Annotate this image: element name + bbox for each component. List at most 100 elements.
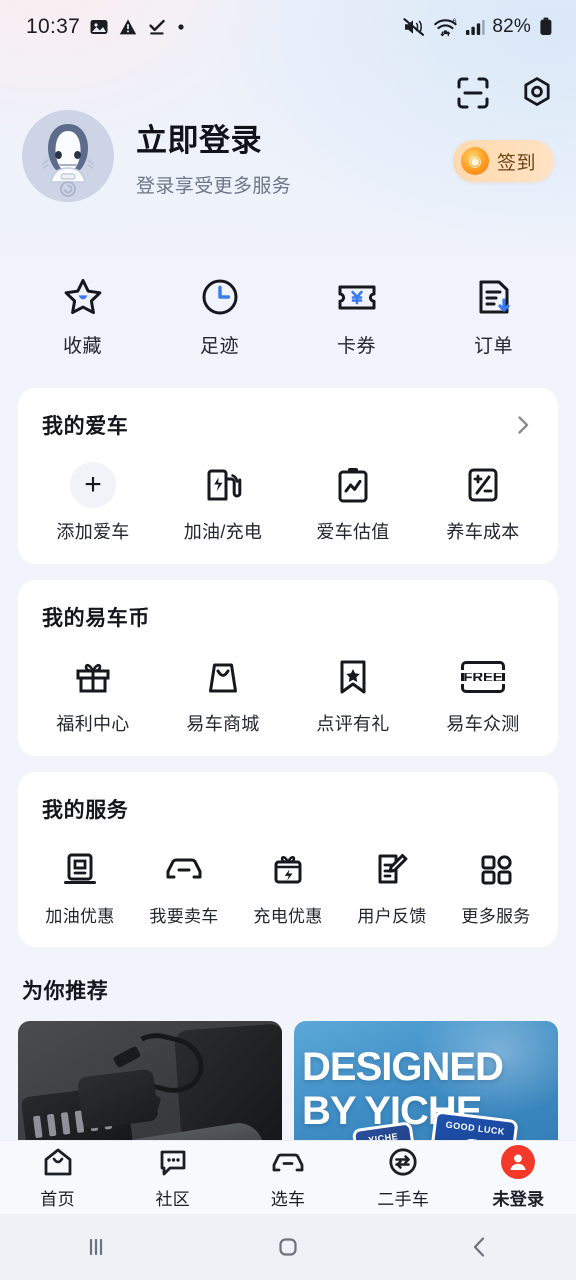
back-chevron-icon[interactable] bbox=[384, 1232, 576, 1262]
select-car-icon bbox=[270, 1145, 306, 1179]
quick-actions-row: 收藏 足迹 卡券 订单 bbox=[0, 260, 576, 388]
free-badge-icon: FREE bbox=[461, 654, 505, 700]
my-car-card: 我的爱车 + 添加爱车 加油/充电 爱车估值 养车成本 bbox=[18, 388, 558, 564]
my-services-item-label: 我要卖车 bbox=[149, 907, 219, 926]
my-car-item-label: 加油/充电 bbox=[183, 522, 263, 542]
wifi-6-icon: 6 bbox=[433, 16, 458, 38]
my-car-grid: + 添加爱车 加油/充电 爱车估值 养车成本 bbox=[28, 446, 548, 544]
my-services-card: 我的服务 加油优惠 我要卖车 充电优惠 用户反馈 更多服务 bbox=[18, 772, 558, 947]
scan-icon[interactable] bbox=[456, 76, 490, 110]
user-avatar-icon bbox=[501, 1145, 536, 1179]
my-services-item-label: 更多服务 bbox=[461, 907, 531, 926]
feedback-edit-icon bbox=[372, 846, 412, 892]
image-icon bbox=[89, 17, 109, 37]
my-car-item-label: 添加爱车 bbox=[56, 522, 130, 542]
my-coins-item-label: 福利中心 bbox=[56, 714, 130, 734]
signal-bars-icon bbox=[465, 17, 485, 37]
battery-icon bbox=[538, 16, 554, 38]
status-time: 10:37 bbox=[26, 15, 81, 38]
banner-line-1: DESIGNED bbox=[302, 1045, 504, 1089]
quick-action-label: 收藏 bbox=[62, 336, 102, 357]
tab-label: 未登录 bbox=[492, 1190, 545, 1209]
quick-action-orders[interactable]: 订单 bbox=[425, 274, 562, 358]
tab-used-car[interactable]: 二手车 bbox=[346, 1145, 461, 1210]
quick-action-favorites[interactable]: 收藏 bbox=[14, 274, 151, 358]
plus-icon: + bbox=[70, 462, 116, 508]
clock-history-icon bbox=[199, 274, 241, 318]
my-car-header[interactable]: 我的爱车 bbox=[28, 410, 548, 440]
my-coins-item-label: 易车商城 bbox=[186, 714, 260, 734]
status-bar-left: 10:37 bbox=[26, 15, 186, 39]
my-car-item-label: 爱车估值 bbox=[316, 522, 390, 542]
chevron-right-icon[interactable] bbox=[512, 414, 534, 436]
order-document-icon bbox=[473, 274, 515, 318]
grid-more-icon bbox=[476, 846, 516, 892]
sell-car-icon bbox=[162, 846, 206, 892]
mute-icon bbox=[402, 16, 426, 38]
recents-icon[interactable] bbox=[0, 1232, 192, 1262]
status-bar: 10:37 6 82% bbox=[0, 0, 576, 54]
status-bar-right: 6 82% bbox=[402, 16, 554, 38]
my-services-item-more[interactable]: 更多服务 bbox=[444, 846, 548, 927]
check-download-icon bbox=[147, 17, 167, 37]
tab-community[interactable]: 社区 bbox=[115, 1145, 230, 1210]
my-coins-item-review[interactable]: 点评有礼 bbox=[288, 654, 418, 736]
tab-label: 二手车 bbox=[377, 1190, 430, 1209]
community-chat-icon bbox=[157, 1145, 189, 1179]
user-text-block: 立即登录 登录享受更多服务 bbox=[136, 115, 291, 198]
my-car-item-add[interactable]: + 添加爱车 bbox=[28, 462, 158, 544]
my-car-title: 我的爱车 bbox=[42, 415, 129, 438]
my-services-grid: 加油优惠 我要卖车 充电优惠 用户反馈 更多服务 bbox=[28, 830, 548, 927]
quick-action-label: 订单 bbox=[473, 336, 513, 357]
my-services-item-label: 充电优惠 bbox=[253, 907, 323, 926]
header-icon-group bbox=[456, 76, 554, 110]
quick-action-coupons[interactable]: 卡券 bbox=[288, 274, 425, 358]
bottom-tab-bar: 首页 社区 选车 二手车 未登录 bbox=[0, 1140, 576, 1214]
shopping-bag-icon bbox=[202, 654, 244, 700]
my-coins-title: 我的易车币 bbox=[42, 607, 150, 630]
sticker-good-luck-label: GOOD LUCK bbox=[445, 1119, 506, 1137]
tab-profile[interactable]: 未登录 bbox=[461, 1145, 576, 1210]
login-subtitle: 登录享受更多服务 bbox=[136, 175, 292, 197]
settings-icon[interactable] bbox=[520, 76, 554, 110]
my-car-item-valuation[interactable]: 爱车估值 bbox=[288, 462, 418, 544]
star-favorite-icon bbox=[62, 274, 104, 318]
valuation-clipboard-icon bbox=[332, 462, 374, 508]
tray-lid bbox=[77, 1068, 159, 1130]
gift-icon bbox=[72, 654, 114, 700]
signin-label: 签到 bbox=[496, 152, 536, 174]
battery-percent: 82% bbox=[492, 16, 531, 37]
my-car-item-label: 养车成本 bbox=[446, 522, 520, 542]
my-services-item-feedback[interactable]: 用户反馈 bbox=[340, 846, 444, 927]
system-navigation-bar bbox=[0, 1214, 576, 1280]
tab-label: 社区 bbox=[155, 1190, 191, 1209]
tab-home[interactable]: 首页 bbox=[0, 1145, 115, 1210]
profile-header: ◉ 签到 立即登录 登录享受更多服务 bbox=[0, 54, 576, 260]
signin-coin-icon: ◉ bbox=[460, 147, 489, 175]
charge-gift-icon bbox=[268, 846, 308, 892]
home-icon bbox=[42, 1145, 74, 1179]
tab-select-car[interactable]: 选车 bbox=[230, 1145, 345, 1210]
my-car-item-cost[interactable]: 养车成本 bbox=[418, 462, 548, 544]
my-services-item-charge-discount[interactable]: 充电优惠 bbox=[236, 846, 340, 927]
my-services-item-fuel-discount[interactable]: 加油优惠 bbox=[28, 846, 132, 927]
my-coins-item-crowdtest[interactable]: FREE 易车众测 bbox=[418, 654, 548, 736]
signin-button[interactable]: ◉ 签到 bbox=[452, 140, 554, 182]
login-title[interactable]: 立即登录 bbox=[136, 115, 291, 160]
my-coins-grid: 福利中心 易车商城 点评有礼 FREE 易车众测 bbox=[28, 638, 548, 736]
home-square-icon[interactable] bbox=[192, 1232, 384, 1262]
my-services-header: 我的服务 bbox=[28, 794, 548, 824]
fuel-pump-icon bbox=[60, 846, 100, 892]
my-car-item-refuel[interactable]: 加油/充电 bbox=[158, 462, 288, 544]
shark-mascot-avatar[interactable] bbox=[22, 110, 114, 202]
my-coins-header: 我的易车币 bbox=[28, 602, 548, 632]
fuel-charge-icon bbox=[202, 462, 244, 508]
my-services-item-sell-car[interactable]: 我要卖车 bbox=[132, 846, 236, 927]
tab-label: 首页 bbox=[40, 1190, 75, 1209]
cost-calculator-icon bbox=[462, 462, 504, 508]
tab-label: 选车 bbox=[270, 1190, 306, 1209]
quick-action-history[interactable]: 足迹 bbox=[151, 274, 288, 358]
my-coins-item-welfare[interactable]: 福利中心 bbox=[28, 654, 158, 736]
my-coins-item-mall[interactable]: 易车商城 bbox=[158, 654, 288, 736]
my-services-item-label: 加油优惠 bbox=[45, 907, 115, 926]
